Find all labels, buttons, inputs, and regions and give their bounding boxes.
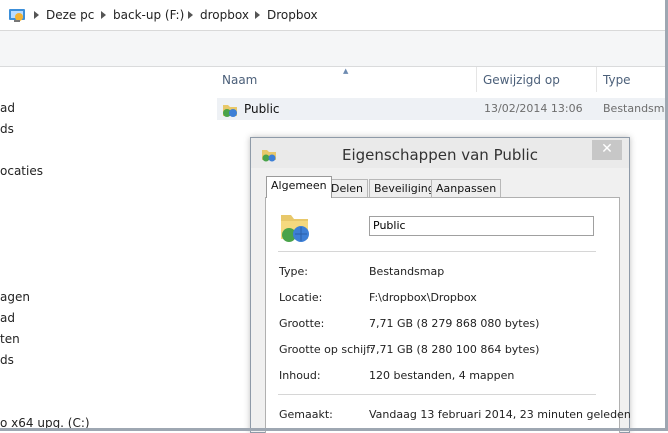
created-label: Gemaakt: (279, 408, 333, 421)
file-type: Bestandsmap (603, 102, 666, 115)
column-header-modified[interactable]: Gewijzigd op (483, 73, 560, 87)
breadcrumb-separator-icon[interactable] (255, 11, 260, 19)
tab-algemeen[interactable]: Algemeen (266, 176, 332, 198)
nav-item[interactable]: ad (0, 311, 15, 325)
file-name: Public (244, 102, 280, 116)
location-label: Locatie: (279, 291, 323, 304)
navigation-pane[interactable]: ad ds ocaties agen ad ten ds o x64 upg. … (0, 67, 215, 431)
column-header-name[interactable]: Naam (222, 73, 257, 87)
breadcrumb-dropbox-lower[interactable]: dropbox (200, 8, 249, 22)
folder-name-input[interactable] (369, 216, 594, 236)
dialog-title: Eigenschappen van Public (342, 146, 538, 164)
nav-item[interactable]: ds (0, 122, 14, 136)
size-value: 7,71 GB (8 279 868 080 bytes) (369, 317, 540, 330)
size-on-disk-label: Grootte op schijf: (279, 343, 374, 356)
contents-label: Inhoud: (279, 369, 321, 382)
nav-item[interactable]: ds (0, 353, 14, 367)
divider (278, 251, 596, 252)
this-pc-icon (9, 9, 25, 22)
size-label: Grootte: (279, 317, 325, 330)
tab-beveiliging[interactable]: Beveiliging (369, 179, 440, 198)
dropbox-shared-folder-icon (223, 105, 237, 117)
breadcrumb-backup-drive[interactable]: back-up (F:) (113, 8, 184, 22)
properties-dialog[interactable]: Eigenschappen van Public ✕ Algemeen Dele… (250, 137, 631, 433)
tab-aanpassen[interactable]: Aanpassen (431, 179, 502, 198)
file-modified-date: 13/02/2014 13:06 (484, 102, 583, 115)
general-tab-panel: Type: Bestandsmap Locatie: F:\dropbox\Dr… (265, 197, 631, 433)
breadcrumb-dropbox[interactable]: Dropbox (267, 8, 318, 22)
nav-item[interactable]: ocaties (0, 164, 43, 178)
type-value: Bestandsmap (369, 265, 445, 278)
column-divider[interactable] (476, 67, 477, 92)
column-divider[interactable] (596, 67, 597, 92)
location-value: F:\dropbox\Dropbox (369, 291, 477, 304)
breadcrumb-separator-icon[interactable] (34, 11, 39, 19)
nav-item[interactable]: ten (0, 332, 20, 346)
address-bar[interactable]: Deze pc back-up (F:) dropbox Dropbox (0, 0, 666, 31)
breadcrumb-separator-icon[interactable] (188, 11, 193, 19)
toolbar-area (0, 31, 666, 67)
nav-item[interactable]: agen (0, 290, 30, 304)
contents-value: 120 bestanden, 4 mappen (369, 369, 515, 382)
file-row-public[interactable]: Public 13/02/2014 13:06 Bestandsmap (217, 98, 666, 120)
sort-ascending-icon: ▲ (343, 67, 349, 75)
dialog-titlebar[interactable]: Eigenschappen van Public ✕ (251, 138, 629, 168)
size-on-disk-value: 7,71 GB (8 280 100 864 bytes) (369, 343, 540, 356)
tab-delen[interactable]: Delen (326, 179, 369, 198)
type-label: Type: (279, 265, 308, 278)
breadcrumb-separator-icon[interactable] (101, 11, 106, 19)
divider (278, 394, 596, 395)
nav-item[interactable]: ad (0, 101, 15, 115)
created-value: Vandaag 13 februari 2014, 23 minuten gel… (369, 408, 631, 421)
column-header-type[interactable]: Type (603, 73, 631, 87)
close-button[interactable]: ✕ (592, 140, 622, 160)
breadcrumb-this-pc[interactable]: Deze pc (46, 8, 94, 22)
dropbox-shared-folder-icon (281, 215, 309, 242)
